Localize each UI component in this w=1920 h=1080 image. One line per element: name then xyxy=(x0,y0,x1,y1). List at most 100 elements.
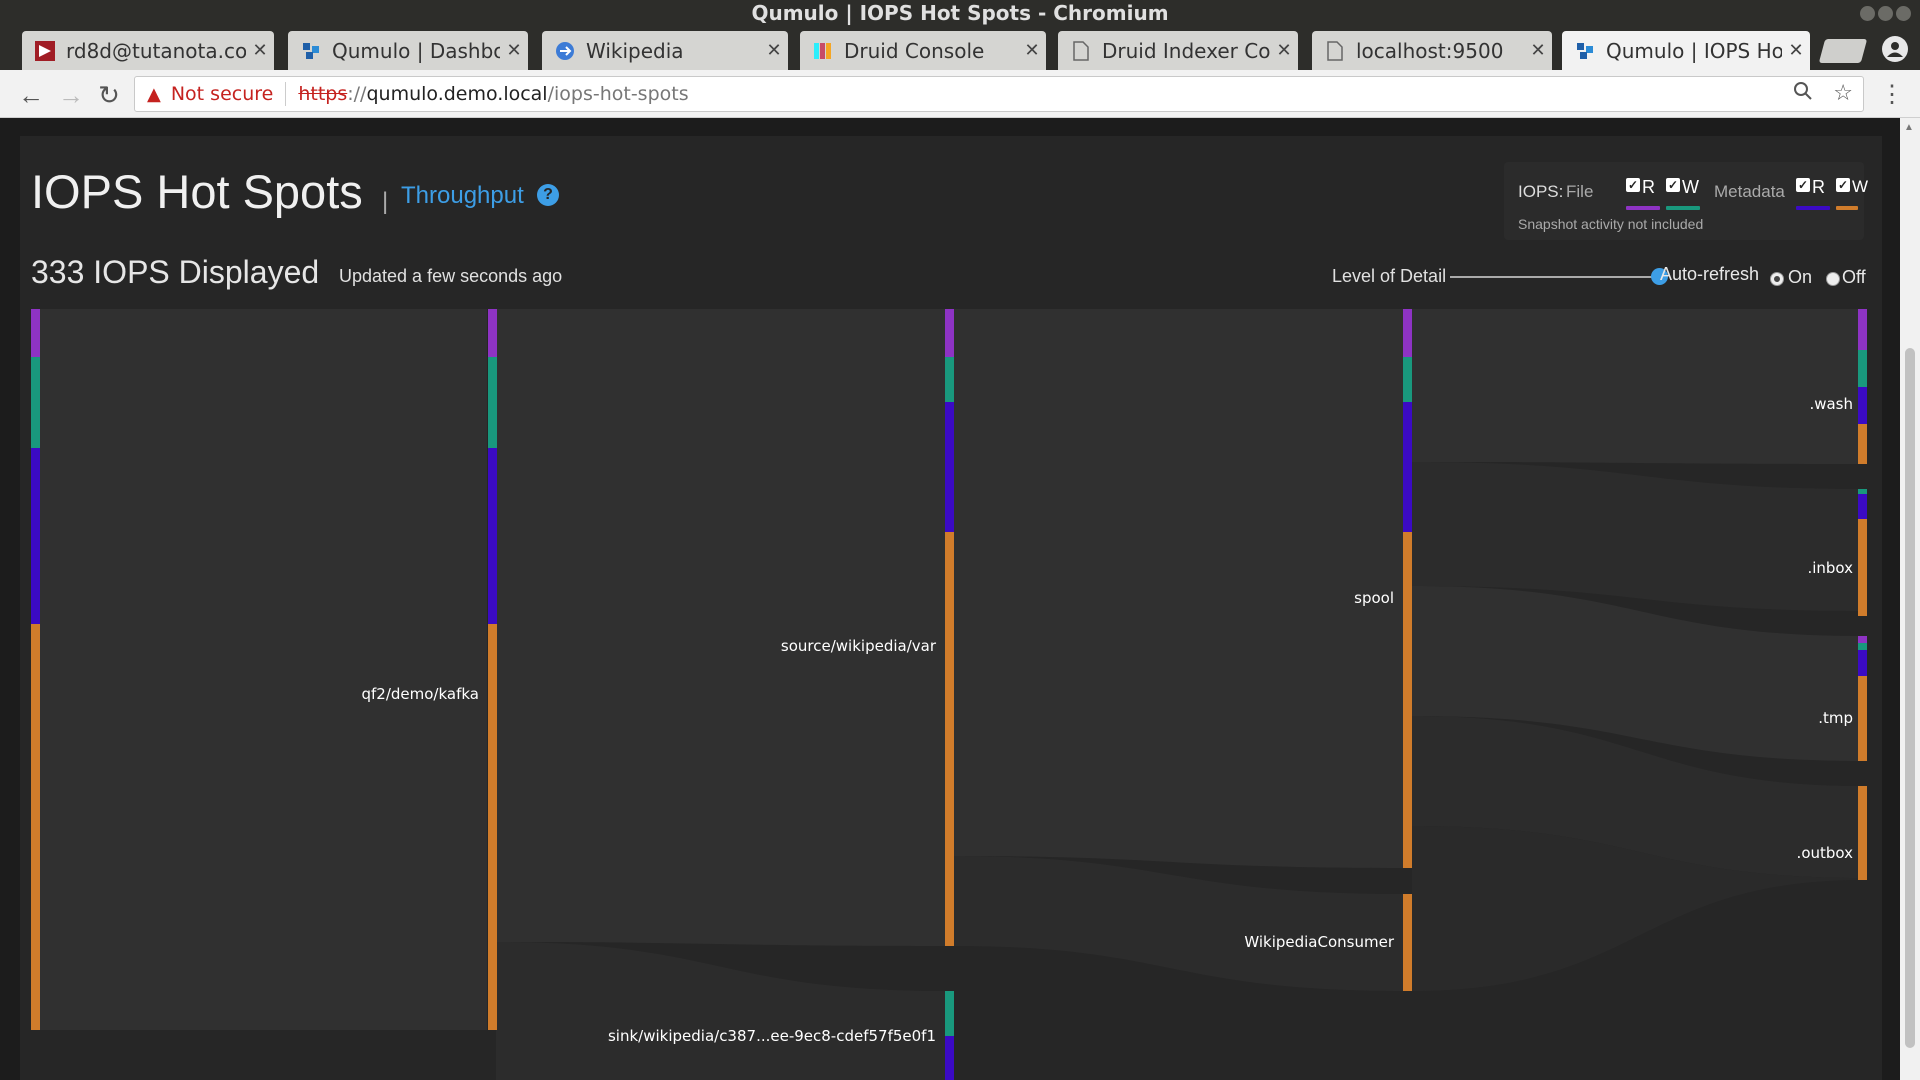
node-bar-wash[interactable] xyxy=(1858,309,1867,464)
wikipedia-icon xyxy=(554,40,576,62)
link-root-kafka[interactable] xyxy=(40,309,487,1030)
url-scheme: https xyxy=(298,83,348,105)
node-segment-tmp-3 xyxy=(1858,676,1867,761)
node-label-spool[interactable]: spool xyxy=(1354,589,1394,607)
close-tab-icon[interactable]: ✕ xyxy=(1524,40,1552,61)
node-bar-consumer[interactable] xyxy=(1403,894,1412,991)
new-tab-button[interactable] xyxy=(1818,39,1868,63)
iops-panel: IOPS Hot Spots | Throughput ? 333 IOPS D… xyxy=(20,136,1882,1080)
tab-qumulo-dashboard[interactable]: Qumulo | Dashboa ✕ xyxy=(288,31,528,70)
minimize-button[interactable] xyxy=(1860,6,1875,21)
druid-icon xyxy=(812,40,834,62)
tab-title: Druid Console xyxy=(844,38,985,63)
node-segment-inbox-2 xyxy=(1858,519,1867,616)
tab-strip: rd8d@tutanota.co ✕ Qumulo | Dashboa ✕ Wi… xyxy=(0,27,1920,70)
close-tab-icon[interactable]: ✕ xyxy=(1782,40,1810,61)
node-segment-inbox-1 xyxy=(1858,494,1867,519)
tab-localhost[interactable]: localhost:9500 ✕ xyxy=(1312,31,1552,70)
forward-arrow-icon[interactable]: → xyxy=(56,80,86,110)
node-bar-root[interactable] xyxy=(31,309,40,1030)
node-segment-consumer-0 xyxy=(1403,894,1412,991)
node-segment-var-1 xyxy=(945,357,954,402)
close-tab-icon[interactable]: ✕ xyxy=(760,40,788,61)
address-divider xyxy=(285,82,287,106)
scroll-up-arrow-icon[interactable]: ▲ xyxy=(1904,122,1914,133)
close-tab-icon[interactable]: ✕ xyxy=(500,40,528,61)
node-label-kafka[interactable]: qf2/demo/kafka xyxy=(361,685,479,703)
warning-icon: ▲ xyxy=(147,83,161,105)
node-segment-wash-3 xyxy=(1858,424,1867,464)
tab-druid-console[interactable]: Druid Console ✕ xyxy=(800,31,1046,70)
node-segment-spool-0 xyxy=(1403,309,1412,357)
node-bar-inbox[interactable] xyxy=(1858,489,1867,616)
node-segment-root-2 xyxy=(31,448,40,624)
node-bar-outbox[interactable] xyxy=(1858,786,1867,880)
close-tab-icon[interactable]: ✕ xyxy=(246,40,274,61)
node-segment-root-0 xyxy=(31,309,40,357)
node-label-inbox[interactable]: .inbox xyxy=(1807,559,1853,577)
bookmark-star-icon[interactable]: ☆ xyxy=(1833,81,1853,107)
url-path: /iops-hot-spots xyxy=(547,83,689,105)
node-segment-spool-2 xyxy=(1403,402,1412,532)
node-label-wash[interactable]: .wash xyxy=(1809,395,1853,413)
node-bar-spool[interactable] xyxy=(1403,309,1412,868)
tab-title: rd8d@tutanota.co xyxy=(66,38,246,63)
tab-title: localhost:9500 xyxy=(1356,38,1504,63)
page-icon xyxy=(1070,40,1092,62)
reload-icon[interactable]: ↻ xyxy=(94,80,124,110)
scrollbar-thumb[interactable] xyxy=(1905,348,1915,1048)
qumulo-icon xyxy=(1574,40,1596,62)
tab-tutanota[interactable]: rd8d@tutanota.co ✕ xyxy=(22,31,274,70)
node-label-consumer[interactable]: WikipediaConsumer xyxy=(1244,933,1394,951)
browser-toolbar: ← → ↻ ▲ Not secure https://qumulo.demo.l… xyxy=(0,70,1920,118)
tab-title: Qumulo | IOPS Ho xyxy=(1606,38,1782,63)
security-status[interactable]: Not secure xyxy=(171,83,274,105)
node-segment-outbox-0 xyxy=(1858,786,1867,880)
url-separator: :// xyxy=(347,83,367,105)
page-icon xyxy=(1324,40,1346,62)
node-bar-sink[interactable] xyxy=(945,991,954,1080)
window-title: Qumulo | IOPS Hot Spots - Chromium xyxy=(751,1,1169,25)
node-bar-var[interactable] xyxy=(945,309,954,946)
link-var-consumer[interactable] xyxy=(954,856,1403,991)
node-bar-tmp[interactable] xyxy=(1858,636,1867,761)
tab-title: Wikipedia xyxy=(586,38,684,63)
tab-qumulo-iops[interactable]: Qumulo | IOPS Ho ✕ xyxy=(1562,31,1810,70)
node-segment-inbox-0 xyxy=(1858,489,1867,494)
url-host: qumulo.demo.local xyxy=(366,83,548,105)
page-scrollbar[interactable]: ▲ xyxy=(1900,118,1920,1080)
node-segment-sink-0 xyxy=(945,991,954,1036)
iops-sankey-diagram: qf2/demo/kafka source/wikipedia/var sink… xyxy=(31,309,1867,1080)
link-kafka-sink[interactable] xyxy=(496,942,945,1080)
address-bar[interactable]: ▲ Not secure https://qumulo.demo.local/i… xyxy=(134,76,1864,112)
tab-wikipedia[interactable]: Wikipedia ✕ xyxy=(542,31,788,70)
node-label-var[interactable]: source/wikipedia/var xyxy=(781,637,937,655)
close-tab-icon[interactable]: ✕ xyxy=(1018,40,1046,61)
maximize-button[interactable] xyxy=(1878,6,1893,21)
node-segment-kafka-2 xyxy=(488,448,497,624)
back-arrow-icon[interactable]: ← xyxy=(16,80,46,110)
node-segment-var-2 xyxy=(945,402,954,532)
node-bar-kafka[interactable] xyxy=(488,309,497,1030)
qumulo-icon xyxy=(300,40,322,62)
link-kafka-var[interactable] xyxy=(496,309,945,946)
node-segment-var-0 xyxy=(945,309,954,357)
page-content: IOPS Hot Spots | Throughput ? 333 IOPS D… xyxy=(0,118,1920,1080)
node-segment-var-3 xyxy=(945,532,954,946)
close-window-button[interactable] xyxy=(1896,6,1911,21)
zoom-icon[interactable] xyxy=(1793,81,1813,107)
tab-title: Druid Indexer Coo xyxy=(1102,38,1270,63)
profile-icon[interactable] xyxy=(1882,36,1908,62)
tab-druid-indexer[interactable]: Druid Indexer Coo ✕ xyxy=(1058,31,1298,70)
node-label-sink[interactable]: sink/wikipedia/c387...ee-9ec8-cdef57f5e0… xyxy=(608,1027,936,1045)
node-segment-spool-1 xyxy=(1403,357,1412,402)
window-title-bar: Qumulo | IOPS Hot Spots - Chromium xyxy=(0,0,1920,27)
node-label-tmp[interactable]: .tmp xyxy=(1818,709,1853,727)
link-var-spool[interactable] xyxy=(954,309,1403,868)
link-spool-wash[interactable] xyxy=(1412,309,1863,464)
menu-icon[interactable]: ⋮ xyxy=(1880,80,1904,110)
close-tab-icon[interactable]: ✕ xyxy=(1270,40,1298,61)
node-segment-kafka-1 xyxy=(488,357,497,448)
node-segment-wash-0 xyxy=(1858,309,1867,350)
node-label-outbox[interactable]: .outbox xyxy=(1797,844,1854,862)
